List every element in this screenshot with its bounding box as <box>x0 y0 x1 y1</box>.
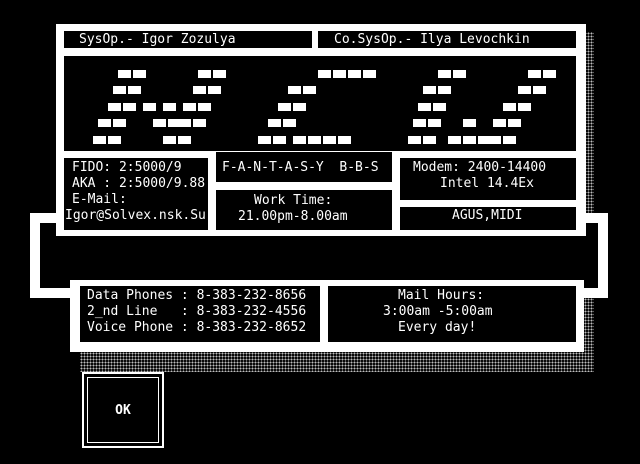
second-line-phone: 2_nd Line : 8-383-232-4556 <box>87 304 307 319</box>
worktime-value: 21.00pm-8.00am <box>238 209 348 224</box>
logo-block <box>113 86 126 94</box>
logo-block <box>303 86 316 94</box>
logo-block <box>348 70 361 78</box>
modem-model: Intel 14.4Ex <box>440 176 534 191</box>
voice-phone: Voice Phone : 8-383-232-8652 <box>87 320 307 335</box>
logo-block <box>418 103 431 111</box>
logo-block <box>98 119 111 127</box>
logo-block <box>428 119 441 127</box>
logo-block <box>528 70 541 78</box>
logo-block <box>258 136 271 144</box>
logo-block <box>333 70 346 78</box>
logo-block <box>283 119 296 127</box>
logo-block <box>423 86 436 94</box>
logo-block <box>163 136 176 144</box>
phones-shadow-bottom <box>80 352 594 372</box>
logo-block <box>438 70 451 78</box>
logo-block <box>503 136 516 144</box>
logo-block <box>273 136 286 144</box>
ok-button[interactable]: OK <box>82 372 164 448</box>
logo-block <box>193 119 206 127</box>
logo-block <box>438 86 451 94</box>
logo-block <box>533 86 546 94</box>
logo-block <box>308 136 321 144</box>
logo-block <box>108 103 121 111</box>
logo-block <box>363 70 376 78</box>
logo-block <box>163 103 176 111</box>
logo-block <box>293 136 306 144</box>
modem-speed: Modem: 2400-14400 <box>413 160 547 175</box>
logo-block <box>423 136 436 144</box>
logo-block <box>293 103 306 111</box>
logo-block <box>208 86 221 94</box>
logo-block <box>93 136 106 144</box>
fido-address: FIDO: 2:5000/9 <box>72 160 182 175</box>
logo-block <box>178 119 191 127</box>
logo-block <box>408 136 421 144</box>
logo-block <box>493 119 506 127</box>
logo-block <box>178 136 191 144</box>
logo-block <box>288 86 301 94</box>
email-address: Igor@Solvex.nsk.Su <box>65 208 206 223</box>
cosysop-label: Co.SysOp.- Ilya Levochkin <box>334 32 530 47</box>
logo-block <box>543 70 556 78</box>
logo-block <box>463 136 476 144</box>
logo-block <box>143 103 156 111</box>
logo-block <box>453 70 466 78</box>
protocols: AGUS,MIDI <box>452 208 523 223</box>
logo-block <box>193 86 206 94</box>
logo-block <box>503 103 516 111</box>
logo-block <box>448 136 461 144</box>
logo-block <box>113 119 126 127</box>
logo-block <box>118 70 131 78</box>
logo-block <box>213 70 226 78</box>
logo-block <box>268 119 281 127</box>
logo-block <box>108 136 121 144</box>
logo-block <box>518 86 531 94</box>
mailhours-time: 3:00am -5:00am <box>383 304 493 319</box>
logo-block <box>508 119 521 127</box>
logo-block <box>338 136 351 144</box>
data-phone: Data Phones : 8-383-232-8656 <box>87 288 307 303</box>
aka-address: AKA : 2:5000/9.88 <box>72 176 206 191</box>
logo-block <box>198 103 211 111</box>
mailhours-days: Every day! <box>398 320 477 335</box>
sysop-label: SysOp.- Igor Zozulya <box>79 32 236 47</box>
logo-block <box>318 70 331 78</box>
logo-block <box>278 103 291 111</box>
email-label: E-Mail: <box>72 192 127 207</box>
logo-block <box>183 103 196 111</box>
logo-block <box>123 103 136 111</box>
logo-block <box>323 136 336 144</box>
logo-block <box>518 103 531 111</box>
mailhours-title: Mail Hours: <box>398 288 485 303</box>
logo-block <box>153 119 166 127</box>
worktime-title: Work Time: <box>254 193 333 208</box>
logo-block <box>133 70 146 78</box>
logo-block <box>198 70 211 78</box>
logo-block <box>413 119 426 127</box>
logo-block <box>488 136 501 144</box>
logo-block <box>433 103 446 111</box>
logo-block <box>463 119 476 127</box>
screen: { "header": { "sysop": "SysOp.- Igor Zoz… <box>0 0 640 464</box>
logo-block <box>128 86 141 94</box>
ok-button-label: OK <box>115 402 131 418</box>
bbs-name: F-A-N-T-A-S-Y B-B-S <box>222 160 379 175</box>
